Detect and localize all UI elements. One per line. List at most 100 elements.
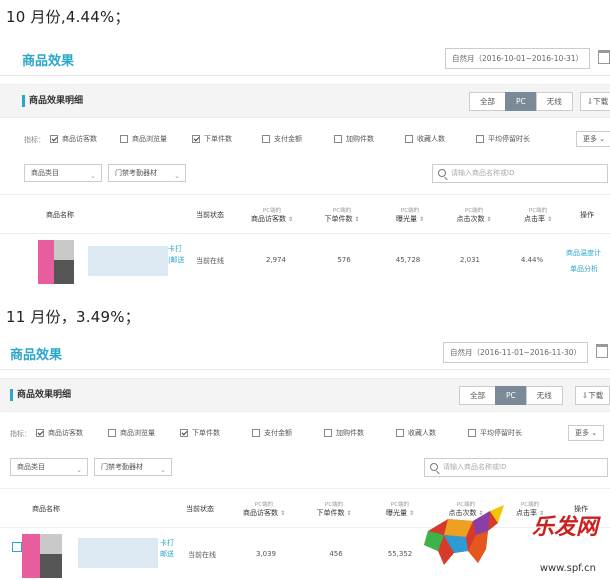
cell-status: 当前在线	[188, 551, 216, 559]
col-action: 操作	[580, 211, 594, 219]
checkbox-dwell[interactable]: 平均停留时长	[468, 428, 522, 438]
date-range-picker[interactable]: 自然月（2016-11-01~2016-11-30）	[443, 342, 588, 363]
cell-visitors: 3,039	[255, 550, 277, 558]
col-visitors[interactable]: PC端的 商品访客数 ⇕	[248, 195, 296, 235]
col-exposure[interactable]: PC端的 曝光量 ⇕	[390, 195, 430, 235]
col-ctr[interactable]: PC端的 点击率 ⇕	[518, 195, 558, 235]
cell-clicks: 2,031	[459, 256, 481, 264]
sort-icon: ⇕	[486, 216, 492, 223]
segment-pc[interactable]: PC	[495, 386, 527, 405]
checkbox-favorites[interactable]: 收藏人数	[396, 428, 436, 438]
checkbox-checked-icon	[50, 135, 58, 143]
thumb-block	[38, 240, 54, 284]
cell-exposure: 45,728	[395, 256, 421, 264]
product-thumbnail[interactable]	[12, 534, 70, 578]
checkbox-favorites[interactable]: 收藏人数	[405, 134, 445, 144]
col-visitors[interactable]: PC端的 商品访客数 ⇕	[240, 489, 288, 529]
brand-select[interactable]: 门禁考勤器材 ⌄	[94, 458, 172, 476]
checkbox-empty-icon	[396, 429, 404, 437]
checkbox-payment[interactable]: 支付金额	[252, 428, 292, 438]
table-row: 卡打 |邮送 当前在线 2,974 576 45,728 2,031 4.44%…	[0, 234, 610, 290]
checkbox-empty-icon	[468, 429, 476, 437]
title-bar: 商品效果 自然月（2016-11-01~2016-11-30）	[0, 334, 610, 370]
date-range-picker[interactable]: 自然月（2016-10-01~2016-10-31）	[445, 48, 590, 69]
more-button[interactable]: 更多 ⌄	[576, 131, 610, 147]
site-watermark: 乐发网 www.spf.cn	[418, 501, 608, 576]
product-analysis-link[interactable]: 单品分析	[570, 264, 598, 274]
segment-wireless[interactable]: 无线	[535, 92, 573, 111]
product-name-blurred	[78, 538, 158, 568]
checkbox-payment[interactable]: 支付金额	[262, 134, 302, 144]
device-segment: 全部 PC 无线	[459, 386, 563, 405]
segment-all[interactable]: 全部	[469, 92, 506, 111]
device-segment: 全部 PC 无线	[469, 92, 573, 111]
october-panel: 商品效果 自然月（2016-10-01~2016-10-31） 商品效果明细 全…	[0, 40, 610, 290]
thumb-block	[40, 534, 62, 554]
checkbox-empty-icon	[262, 135, 270, 143]
download-button[interactable]: ⇩下载	[575, 386, 610, 405]
checkbox-cart[interactable]: 加购件数	[334, 134, 374, 144]
download-button[interactable]: ⇩下载	[580, 92, 610, 111]
segment-wireless[interactable]: 无线	[525, 386, 563, 405]
chevron-down-icon: ⌄	[174, 172, 180, 180]
checkbox-orders[interactable]: 下单件数	[180, 428, 220, 438]
checkbox-pageviews[interactable]: 商品浏览量	[120, 134, 167, 144]
cell-exposure: 55,352	[387, 550, 413, 558]
col-exposure[interactable]: PC端的 曝光量 ⇕	[380, 489, 420, 529]
calendar-icon[interactable]	[598, 50, 610, 64]
checkbox-empty-icon	[120, 135, 128, 143]
filters-row: 商品类目 ⌄ 门禁考勤器材 ⌄ 请输入商品名称或ID	[0, 454, 610, 484]
cell-orders: 456	[329, 550, 343, 558]
bull-logo-icon	[424, 505, 504, 565]
category-select[interactable]: 商品类目 ⌄	[24, 164, 102, 182]
table-header: 商品名称 当前状态 PC端的 商品访客数 ⇕ PC端的 下单件数 ⇕ PC端的 曝光量 ⇕ …	[0, 194, 610, 234]
checkbox-checked-icon	[36, 429, 44, 437]
checkbox-visitors[interactable]: 商品访客数	[36, 428, 83, 438]
checkbox-pageviews[interactable]: 商品浏览量	[108, 428, 155, 438]
sort-icon: ⇕	[546, 216, 553, 223]
checkbox-dwell[interactable]: 平均停留时长	[476, 134, 530, 144]
checkbox-empty-icon	[334, 135, 342, 143]
chevron-down-icon: ⌄	[76, 466, 82, 474]
more-button[interactable]: 更多 ⌄	[568, 425, 605, 441]
detail-bar: 商品效果明细 全部 PC 无线 ⇩下载	[0, 84, 610, 118]
checkbox-empty-icon	[476, 135, 484, 143]
product-thermometer-link[interactable]: 商品温度计	[566, 248, 601, 258]
col-orders[interactable]: PC端的 下单件数 ⇕	[312, 489, 356, 529]
metrics-label: 指标：	[24, 136, 45, 144]
checkbox-cart[interactable]: 加购件数	[324, 428, 364, 438]
brand-select[interactable]: 门禁考勤器材 ⌄	[108, 164, 186, 182]
checkbox-visitors[interactable]: 商品访客数	[50, 134, 97, 144]
search-input[interactable]: 请输入商品名称或ID	[424, 458, 608, 477]
checkbox-empty-icon	[252, 429, 260, 437]
product-thumbnail[interactable]	[38, 240, 88, 284]
calendar-icon[interactable]	[596, 344, 608, 358]
search-icon	[430, 463, 438, 471]
product-name-link[interactable]: 邮送	[160, 549, 174, 559]
product-name-link[interactable]: 卡打	[168, 244, 182, 254]
caption-november: 11 月份，3.49%；	[6, 308, 140, 326]
checkbox-checked-icon	[180, 429, 188, 437]
checkbox-checked-icon	[192, 135, 200, 143]
search-input[interactable]: 请输入商品名称或ID	[432, 164, 608, 183]
segment-all[interactable]: 全部	[459, 386, 496, 405]
col-orders[interactable]: PC端的 下单件数 ⇕	[320, 195, 364, 235]
detail-title: 商品效果明细	[10, 389, 71, 401]
sort-icon: ⇕	[279, 510, 286, 517]
col-name: 商品名称	[32, 505, 60, 513]
col-clicks[interactable]: PC端的 点击次数 ⇕	[452, 195, 496, 235]
thumb-block	[54, 240, 74, 260]
sort-icon: ⇕	[346, 510, 352, 517]
cell-ctr: 4.44%	[520, 256, 544, 264]
product-name-link[interactable]: 卡打	[160, 538, 174, 548]
cell-visitors: 2,974	[265, 256, 287, 264]
segment-pc[interactable]: PC	[505, 92, 537, 111]
cell-orders: 576	[337, 256, 351, 264]
product-name-link[interactable]: |邮送	[168, 255, 184, 265]
col-status: 当前状态	[196, 211, 224, 219]
col-name: 商品名称	[46, 211, 74, 219]
category-select[interactable]: 商品类目 ⌄	[10, 458, 88, 476]
checkbox-orders[interactable]: 下单件数	[192, 134, 232, 144]
col-status: 当前状态	[186, 505, 214, 513]
section-title: 商品效果	[10, 348, 63, 363]
